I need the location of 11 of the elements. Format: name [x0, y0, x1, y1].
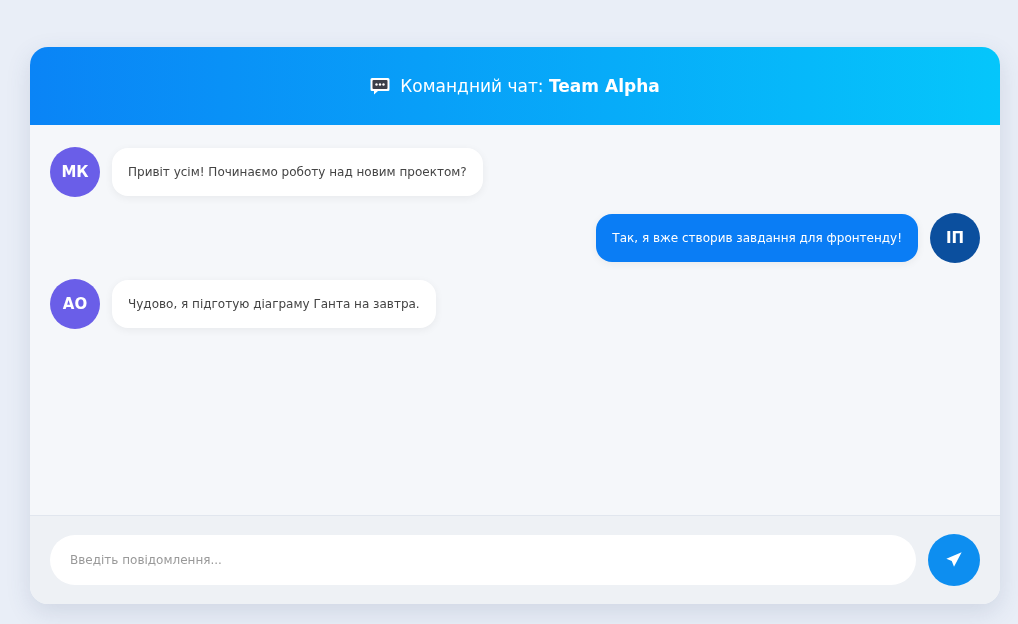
message-bubble: Привіт усім! Починаємо роботу над новим проектом?	[112, 148, 483, 196]
chat-title: Командний чат: Team Alpha	[400, 76, 660, 96]
chat-bubble-icon	[370, 77, 391, 95]
message-bubble: Так, я вже створив завдання для фронтенду!	[596, 214, 918, 262]
paper-plane-icon	[945, 551, 963, 569]
message-bubble: Чудово, я підготую діаграму Ганта на завтра.	[112, 280, 436, 328]
avatar: МК	[50, 147, 100, 197]
avatar: ІП	[930, 213, 980, 263]
avatar: АО	[50, 279, 100, 329]
message-input[interactable]: Введіть повідомлення...	[50, 535, 916, 585]
send-button[interactable]	[928, 534, 980, 586]
